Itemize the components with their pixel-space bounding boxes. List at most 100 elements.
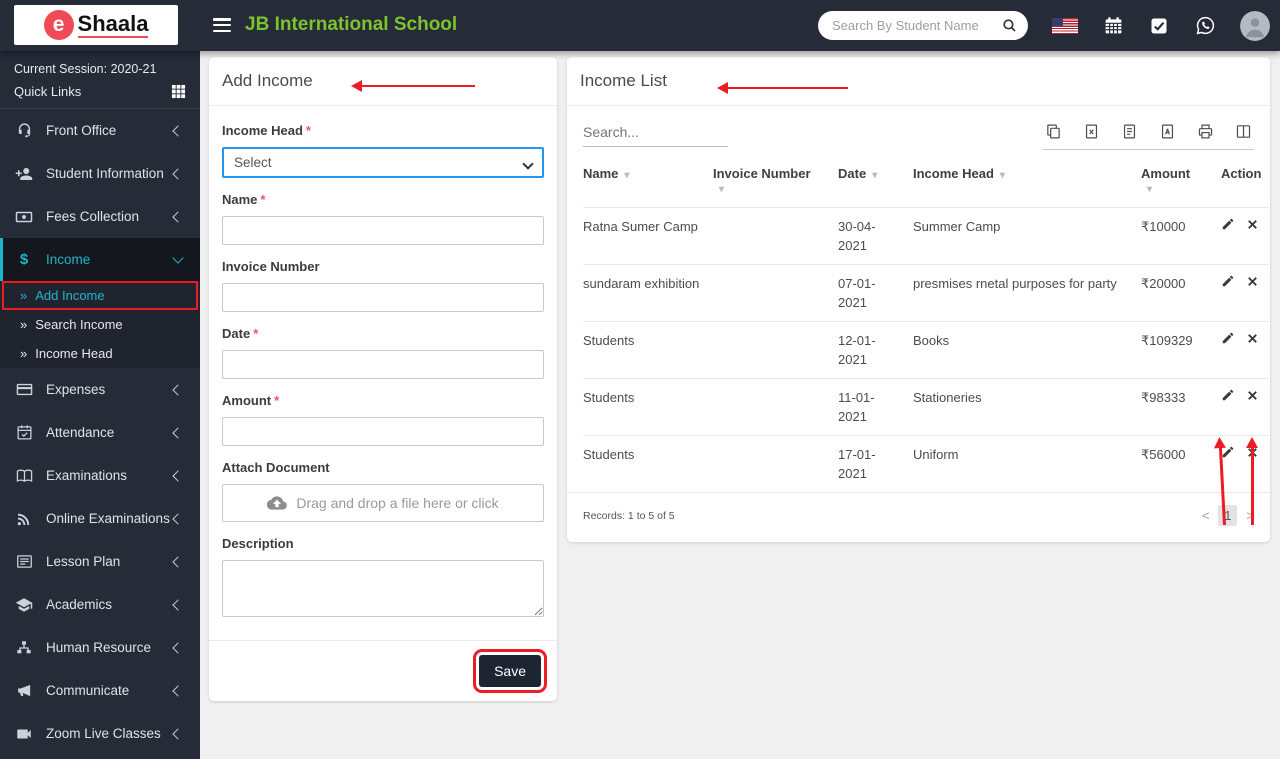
save-button[interactable]: Save <box>473 649 547 693</box>
edit-icon[interactable] <box>1221 388 1235 402</box>
form-footer: Save <box>209 640 557 701</box>
sidebar-item-online-examinations[interactable]: Online Examinations <box>0 497 200 540</box>
search-icon[interactable] <box>1001 17 1018 34</box>
page-title: Add Income <box>222 71 313 90</box>
submenu-item-search-income[interactable]: » Search Income <box>0 310 200 339</box>
chevron-left-icon <box>172 727 184 740</box>
invoice-number-field[interactable] <box>222 283 544 312</box>
sidebar-item-academics[interactable]: Academics <box>0 583 200 626</box>
table-row: sundaram exhibition 07-01-2021 presmises… <box>583 264 1269 322</box>
sidebar-item-zoom-live-classes[interactable]: Zoom Live Classes <box>0 712 200 755</box>
print-icon[interactable] <box>1197 123 1214 140</box>
graduation-cap-icon <box>14 596 34 614</box>
chevron-left-icon <box>172 469 184 482</box>
cell-invoice-number <box>713 321 838 379</box>
submenu-item-label: Income Head <box>35 346 113 361</box>
export-excel-icon[interactable] <box>1083 123 1100 140</box>
delete-icon[interactable] <box>1246 218 1259 231</box>
pagination: < 1 > <box>1202 505 1254 526</box>
sidebar-item-attendance[interactable]: Attendance <box>0 411 200 454</box>
quick-links[interactable]: Quick Links <box>14 84 186 99</box>
school-name: JB International School <box>245 14 458 35</box>
column-header-invoice-number[interactable]: Invoice Number ▾ <box>713 154 838 208</box>
delete-icon[interactable] <box>1246 275 1259 288</box>
column-header-date[interactable]: Date ▾ <box>838 154 913 208</box>
table-search-input[interactable] <box>583 120 728 147</box>
income-head-label: Income Head * <box>222 123 311 138</box>
rss-icon <box>14 511 34 527</box>
submenu-item-income-head[interactable]: » Income Head <box>0 339 200 368</box>
edit-icon[interactable] <box>1221 217 1235 231</box>
invoice-number-label: Invoice Number <box>222 259 320 274</box>
date-field[interactable] <box>222 350 544 379</box>
sidebar-item-label: Examinations <box>46 468 128 483</box>
cell-amount: ₹109329 <box>1141 321 1221 379</box>
export-pdf-icon[interactable] <box>1159 123 1176 140</box>
cell-invoice-number <box>713 378 838 436</box>
edit-icon[interactable] <box>1221 274 1235 288</box>
cell-date: 07-01-2021 <box>838 264 913 322</box>
cell-date: 17-01-2021 <box>838 435 913 492</box>
amount-field[interactable] <box>222 417 544 446</box>
submenu-item-label: Add Income <box>35 288 105 303</box>
whatsapp-icon[interactable] <box>1194 15 1216 37</box>
student-search[interactable] <box>818 11 1028 40</box>
delete-icon[interactable] <box>1246 446 1259 459</box>
sidebar-item-examinations[interactable]: Examinations <box>0 454 200 497</box>
sidebar-item-label: Student Information <box>46 166 164 181</box>
user-avatar[interactable] <box>1240 10 1270 41</box>
column-header-income-head[interactable]: Income Head ▾ <box>913 154 1141 208</box>
calendar-icon[interactable] <box>1102 15 1124 37</box>
cell-amount: ₹20000 <box>1141 264 1221 322</box>
student-search-input[interactable] <box>832 18 1001 33</box>
sidebar-item-front-office[interactable]: Front Office <box>0 109 200 152</box>
sidebar-item-expenses[interactable]: Expenses <box>0 368 200 411</box>
column-header-name[interactable]: Name ▾ <box>583 154 713 208</box>
task-check-icon[interactable] <box>1148 15 1170 37</box>
sidebar-item-fees-collection[interactable]: Fees Collection <box>0 195 200 238</box>
copy-icon[interactable] <box>1045 123 1062 140</box>
edit-icon[interactable] <box>1221 331 1235 345</box>
logo[interactable]: e Shaala <box>14 5 178 45</box>
edit-icon[interactable] <box>1221 445 1235 459</box>
columns-icon[interactable] <box>1235 123 1252 140</box>
cell-amount: ₹98333 <box>1141 378 1221 436</box>
double-angle-icon: » <box>20 317 28 332</box>
file-dropzone[interactable]: Drag and drop a file here or click <box>222 484 544 522</box>
grid-icon[interactable] <box>171 84 186 99</box>
column-header-action: Action <box>1221 166 1262 181</box>
cloud-upload-icon <box>267 493 288 513</box>
hamburger-menu-icon[interactable] <box>213 18 231 32</box>
chevron-left-icon <box>172 641 184 654</box>
video-camera-icon <box>14 725 34 743</box>
prev-page-button[interactable]: < <box>1202 508 1210 523</box>
sidebar-item-income[interactable]: $ Income <box>0 238 200 281</box>
export-toolbar <box>1043 120 1254 150</box>
sidebar-item-student-information[interactable]: Student Information <box>0 152 200 195</box>
logo-text: Shaala <box>77 11 149 39</box>
column-header-amount[interactable]: Amount ▾ <box>1141 154 1221 208</box>
page: e Shaala JB International School Search … <box>0 0 1280 759</box>
language-flag-icon[interactable] <box>1052 17 1078 34</box>
chevron-left-icon <box>172 124 184 137</box>
name-field[interactable] <box>222 216 544 245</box>
cell-invoice-number <box>713 435 838 492</box>
page-number[interactable]: 1 <box>1218 505 1238 526</box>
sort-caret-icon: ▾ <box>624 170 630 181</box>
description-field[interactable] <box>222 560 544 617</box>
add-income-card-header: Add Income <box>209 57 557 106</box>
cell-name: Ratna Sumer Camp <box>583 207 713 265</box>
sidebar-item-lesson-plan[interactable]: Lesson Plan <box>0 540 200 583</box>
sidebar-item-human-resource[interactable]: Human Resource <box>0 626 200 669</box>
delete-icon[interactable] <box>1246 389 1259 402</box>
cell-invoice-number <box>713 207 838 265</box>
delete-icon[interactable] <box>1246 332 1259 345</box>
next-page-button[interactable]: > <box>1246 508 1254 523</box>
sidebar-item-label: Front Office <box>46 123 117 138</box>
sidebar-item-communicate[interactable]: Communicate <box>0 669 200 712</box>
submenu-item-add-income[interactable]: » Add Income <box>0 281 200 310</box>
cell-amount: ₹56000 <box>1141 435 1221 492</box>
income-head-select[interactable]: Select <box>222 147 544 178</box>
session-block: Current Session: 2020-21 Quick Links <box>0 51 200 109</box>
export-csv-icon[interactable] <box>1121 123 1138 140</box>
